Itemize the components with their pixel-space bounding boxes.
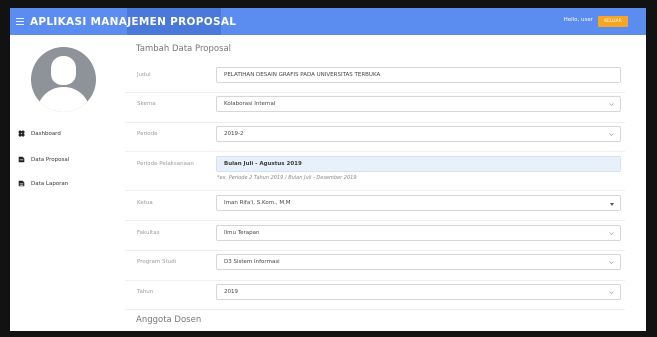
- logout-button[interactable]: KELUAR: [598, 16, 628, 27]
- divider: [125, 280, 625, 281]
- judul-input[interactable]: PELATIHAN DESAIN GRAFIS PADA UNIVERSITAS…: [216, 67, 621, 83]
- sidebar-item-label: Data Proposal: [31, 156, 70, 163]
- sidebar: Dashboard Data Proposal Data Laporan: [10, 35, 118, 331]
- field-program-studi: Program Studi D3 Sistem Informasi: [125, 254, 625, 274]
- report-icon: [18, 180, 25, 187]
- field-label: Periode: [137, 131, 158, 137]
- program-studi-select[interactable]: D3 Sistem Informasi: [216, 254, 621, 270]
- skema-select[interactable]: Kolaborasi Internal: [216, 96, 621, 112]
- field-judul: Judul PELATIHAN DESAIN GRAFIS PADA UNIVE…: [125, 67, 625, 87]
- tahun-select[interactable]: 2019: [216, 284, 621, 300]
- select-value: Ilmu Terapan: [224, 230, 260, 236]
- field-periode-pelaksanaan: Periode Pelaksanaan Bulan Juli - Agustus…: [125, 156, 625, 176]
- select-value: D3 Sistem Informasi: [224, 259, 280, 265]
- field-label: Fakultas: [137, 230, 160, 236]
- anggota-dosen-title: Anggota Dosen: [136, 315, 202, 325]
- sidebar-item-data-proposal[interactable]: Data Proposal: [18, 156, 69, 163]
- field-fakultas: Fakultas Ilmu Terapan: [125, 225, 625, 245]
- top-navbar: APLIKASI MANAJEMEN PROPOSAL Hello, user …: [10, 8, 646, 35]
- select-value: Kolaborasi Internal: [224, 101, 276, 107]
- user-avatar: [31, 47, 96, 112]
- main-content: Tambah Data Proposal Judul PELATIHAN DES…: [125, 35, 633, 331]
- document-icon: [18, 156, 25, 163]
- chevron-down-icon: [609, 261, 614, 264]
- fakultas-select[interactable]: Ilmu Terapan: [216, 225, 621, 241]
- field-label: Judul: [137, 72, 151, 78]
- chevron-down-icon: [609, 103, 614, 106]
- periode-pelaksanaan-input[interactable]: Bulan Juli - Agustus 2019: [216, 156, 621, 172]
- divider: [125, 92, 625, 93]
- chevron-down-icon: [609, 133, 614, 136]
- sidebar-item-label: Dashboard: [31, 130, 61, 137]
- field-tahun: Tahun 2019: [125, 284, 625, 304]
- divider: [125, 190, 625, 191]
- period-hint: *ex. Periode 2 Tahun 2019 / Bulan Juli -…: [217, 175, 357, 181]
- user-greeting: Hello, user: [563, 17, 593, 23]
- select-value: Iman Rifa'i, S.Kom., M.M: [224, 200, 291, 206]
- select-value: 2019: [224, 289, 238, 295]
- caret-down-icon: [610, 203, 614, 206]
- sidebar-item-data-laporan[interactable]: Data Laporan: [18, 180, 68, 187]
- chevron-down-icon: [609, 291, 614, 294]
- divider: [125, 220, 625, 221]
- menu-icon[interactable]: [16, 18, 24, 25]
- app-title: APLIKASI MANAJEMEN PROPOSAL: [30, 15, 237, 28]
- field-periode: Periode 2019-2: [125, 126, 625, 146]
- dashboard-icon: [18, 130, 25, 137]
- chevron-down-icon: [609, 232, 614, 235]
- field-label: Skema: [137, 101, 156, 107]
- divider: [125, 309, 625, 310]
- field-label: Periode Pelaksanaan: [137, 161, 194, 167]
- sidebar-item-dashboard[interactable]: Dashboard: [18, 130, 61, 137]
- sidebar-item-label: Data Laporan: [31, 180, 69, 187]
- periode-select[interactable]: 2019-2: [216, 126, 621, 142]
- field-label: Ketua: [137, 200, 153, 206]
- ketua-select[interactable]: Iman Rifa'i, S.Kom., M.M: [216, 195, 621, 211]
- field-label: Tahun: [137, 289, 154, 295]
- field-ketua: Ketua Iman Rifa'i, S.Kom., M.M: [125, 195, 625, 215]
- divider: [125, 250, 625, 251]
- field-label: Program Studi: [137, 259, 177, 265]
- divider: [125, 122, 625, 123]
- field-skema: Skema Kolaborasi Internal: [125, 96, 625, 116]
- divider: [125, 151, 625, 152]
- select-value: 2019-2: [224, 131, 244, 137]
- form-title: Tambah Data Proposal: [136, 44, 232, 54]
